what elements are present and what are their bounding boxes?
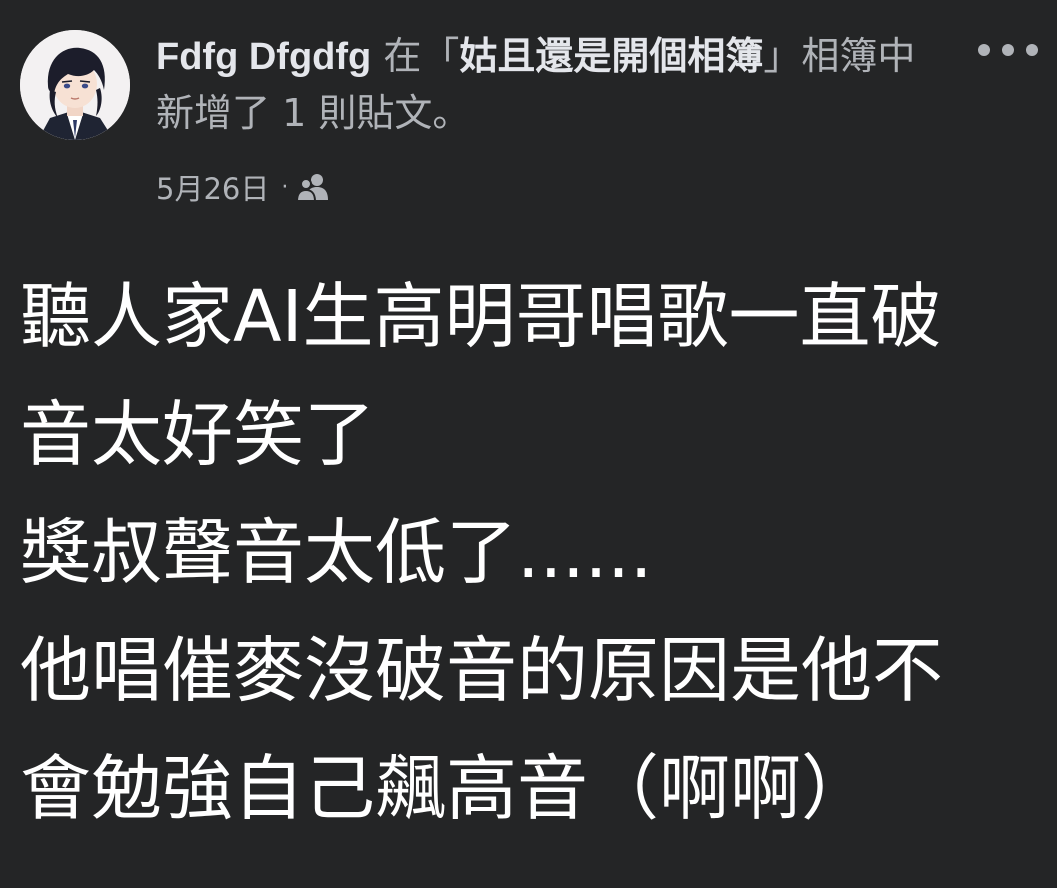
album-name[interactable]: 姑且還是開個相簿 (459, 34, 763, 78)
post-body-line: 他唱催麥沒破音的原因是他不 (20, 629, 944, 712)
post-body-line: 聽人家AI生高明哥唱歌一直破 (20, 275, 942, 358)
friends-icon[interactable] (296, 172, 330, 202)
post-body-line: 會勉強自己飆高音（啊啊） (20, 747, 873, 830)
post-body: 聽人家AI生高明哥唱歌一直破 音太好笑了 獎叔聲音太低了...... 他唱催麥沒… (20, 258, 1020, 848)
post-card: Fdfg Dfgdfg 在「姑且還是開個相簿」相簿中新增了 1 則貼文。 5月2… (0, 0, 1057, 888)
action-prefix: 在「 (371, 34, 460, 78)
more-dot (1026, 44, 1038, 56)
meta-separator: · (281, 174, 289, 200)
more-dot (978, 44, 990, 56)
post-body-line: 音太好笑了 (20, 393, 376, 476)
avatar-illustration (20, 30, 130, 140)
post-body-line: 獎叔聲音太低了...... (20, 511, 653, 594)
more-dot (1002, 44, 1014, 56)
post-meta: 5月26日 · (156, 168, 330, 206)
post-header: Fdfg Dfgdfg 在「姑且還是開個相簿」相簿中新增了 1 則貼文。 (156, 28, 946, 141)
more-options-icon[interactable] (978, 38, 1038, 62)
author-name[interactable]: Fdfg Dfgdfg (156, 36, 371, 78)
post-date[interactable]: 5月26日 (156, 166, 269, 208)
author-avatar[interactable] (20, 30, 130, 140)
